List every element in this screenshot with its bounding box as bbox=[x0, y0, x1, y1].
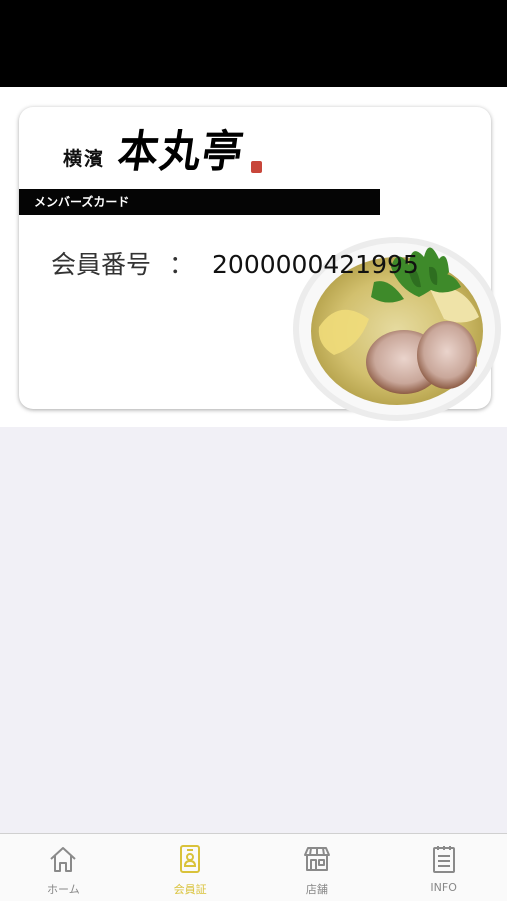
status-bar bbox=[0, 0, 507, 87]
tab-member-card[interactable]: 会員証 bbox=[127, 834, 254, 901]
tab-store[interactable]: 店舗 bbox=[254, 834, 381, 901]
tab-member-card-label: 会員証 bbox=[173, 883, 207, 896]
tab-info[interactable]: INFO bbox=[380, 834, 507, 901]
member-number-value: 2000000421995 bbox=[212, 250, 419, 279]
member-number-label: 会員番号 bbox=[51, 250, 152, 279]
info-list-icon bbox=[432, 846, 455, 873]
members-card-banner: メンバーズカード bbox=[19, 189, 380, 215]
card-area: 横濱 本丸亭 メンバーズカード 会員番号 ： 2000000421995 bbox=[0, 87, 507, 427]
member-number-separator: ： bbox=[169, 250, 195, 279]
home-icon bbox=[50, 847, 77, 872]
bottom-tab-bar: ホーム 会員証 店舗 INFO bbox=[0, 833, 507, 901]
tab-store-label: 店舗 bbox=[305, 883, 328, 896]
store-icon bbox=[303, 847, 330, 871]
brand-logo-small: 横濱 bbox=[63, 148, 106, 170]
brand-seal bbox=[251, 161, 263, 173]
member-card-icon bbox=[180, 845, 201, 873]
brand-logo: 横濱 本丸亭 bbox=[63, 121, 263, 178]
tab-home-label: ホーム bbox=[47, 883, 80, 896]
brand-logo-main: 本丸亭 bbox=[114, 126, 249, 178]
member-number-row: 会員番号 ： 2000000421995 bbox=[51, 245, 419, 281]
tab-home[interactable]: ホーム bbox=[0, 834, 127, 901]
tab-info-label: INFO bbox=[430, 881, 457, 894]
